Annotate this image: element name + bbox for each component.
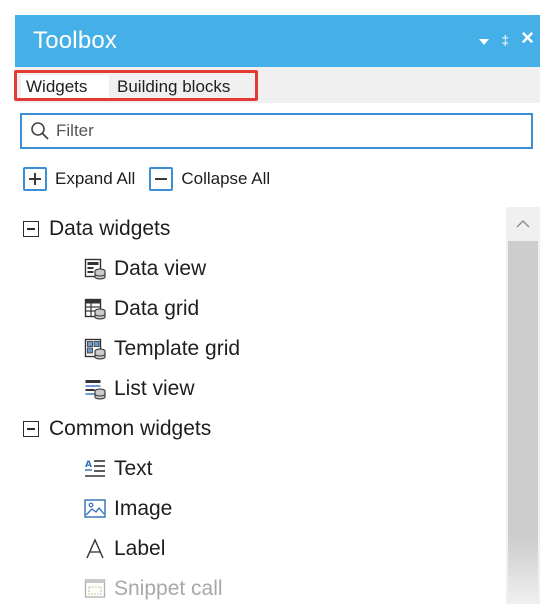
data-grid-icon — [84, 298, 106, 320]
collapse-toggle-icon[interactable] — [23, 221, 39, 237]
tree-group-data-widgets[interactable]: Data widgets — [23, 213, 170, 245]
tree-item-label: Text — [114, 457, 153, 480]
filter-box — [20, 113, 533, 149]
tree-group-label: Common widgets — [49, 417, 212, 440]
list-view-icon — [85, 380, 106, 400]
toolbox-title: Toolbox — [33, 27, 118, 54]
data-view-icon — [84, 258, 106, 280]
search-icon — [31, 122, 49, 140]
scroll-up-icon[interactable] — [516, 219, 530, 229]
snippet-call-icon — [84, 579, 106, 598]
tree-item-list-view[interactable]: List view — [84, 373, 195, 405]
dropdown-icon[interactable] — [479, 38, 490, 45]
tab-highlight-box — [14, 70, 258, 101]
tree-actions: Expand All Collapse All — [23, 165, 284, 193]
vertical-scrollbar[interactable] — [506, 207, 540, 604]
pin-icon[interactable]: ‡ — [501, 32, 509, 48]
tree-item-text[interactable]: A Text — [84, 453, 153, 485]
tree-item-image[interactable]: Image — [84, 493, 172, 525]
collapse-icon — [149, 167, 174, 191]
collapse-all-label: Collapse All — [181, 169, 271, 188]
collapse-toggle-icon[interactable] — [23, 421, 39, 437]
collapse-all-button[interactable]: Collapse All — [149, 167, 270, 191]
toolbox-title-bar: Toolbox ‡ × — [15, 15, 540, 67]
template-grid-icon — [84, 338, 106, 360]
expand-all-button[interactable]: Expand All — [23, 167, 135, 191]
tree-item-label: Image — [114, 497, 173, 520]
tree-item-label: Data grid — [114, 297, 200, 320]
tree-item-data-view[interactable]: Data view — [84, 253, 206, 285]
tree-item-label: Snippet call — [114, 577, 223, 600]
tree-group-common-widgets[interactable]: Common widgets — [23, 413, 211, 445]
window-controls: ‡ × — [479, 27, 534, 49]
filter-input[interactable] — [56, 121, 496, 141]
tree-item-label-widget[interactable]: Label — [84, 533, 165, 565]
svg-text:A: A — [85, 460, 92, 470]
label-icon — [86, 538, 104, 559]
tree-item-template-grid[interactable]: Template grid — [84, 333, 240, 365]
tree-item-label: Label — [114, 537, 166, 560]
tree-item-snippet-call[interactable]: Snippet call — [84, 573, 223, 604]
text-icon: A — [85, 460, 105, 477]
widget-tree: Data widgets Data view Data grid Templat… — [15, 207, 506, 604]
close-icon[interactable]: × — [521, 27, 534, 49]
tree-item-label: List view — [114, 377, 195, 400]
scroll-thumb[interactable] — [508, 241, 538, 604]
expand-icon — [23, 167, 47, 191]
tree-item-data-grid[interactable]: Data grid — [84, 293, 199, 325]
tree-group-label: Data widgets — [49, 217, 171, 240]
tree-item-label: Template grid — [114, 337, 241, 360]
tree-item-label: Data view — [114, 257, 207, 280]
expand-all-label: Expand All — [55, 169, 136, 188]
image-icon — [84, 499, 106, 518]
